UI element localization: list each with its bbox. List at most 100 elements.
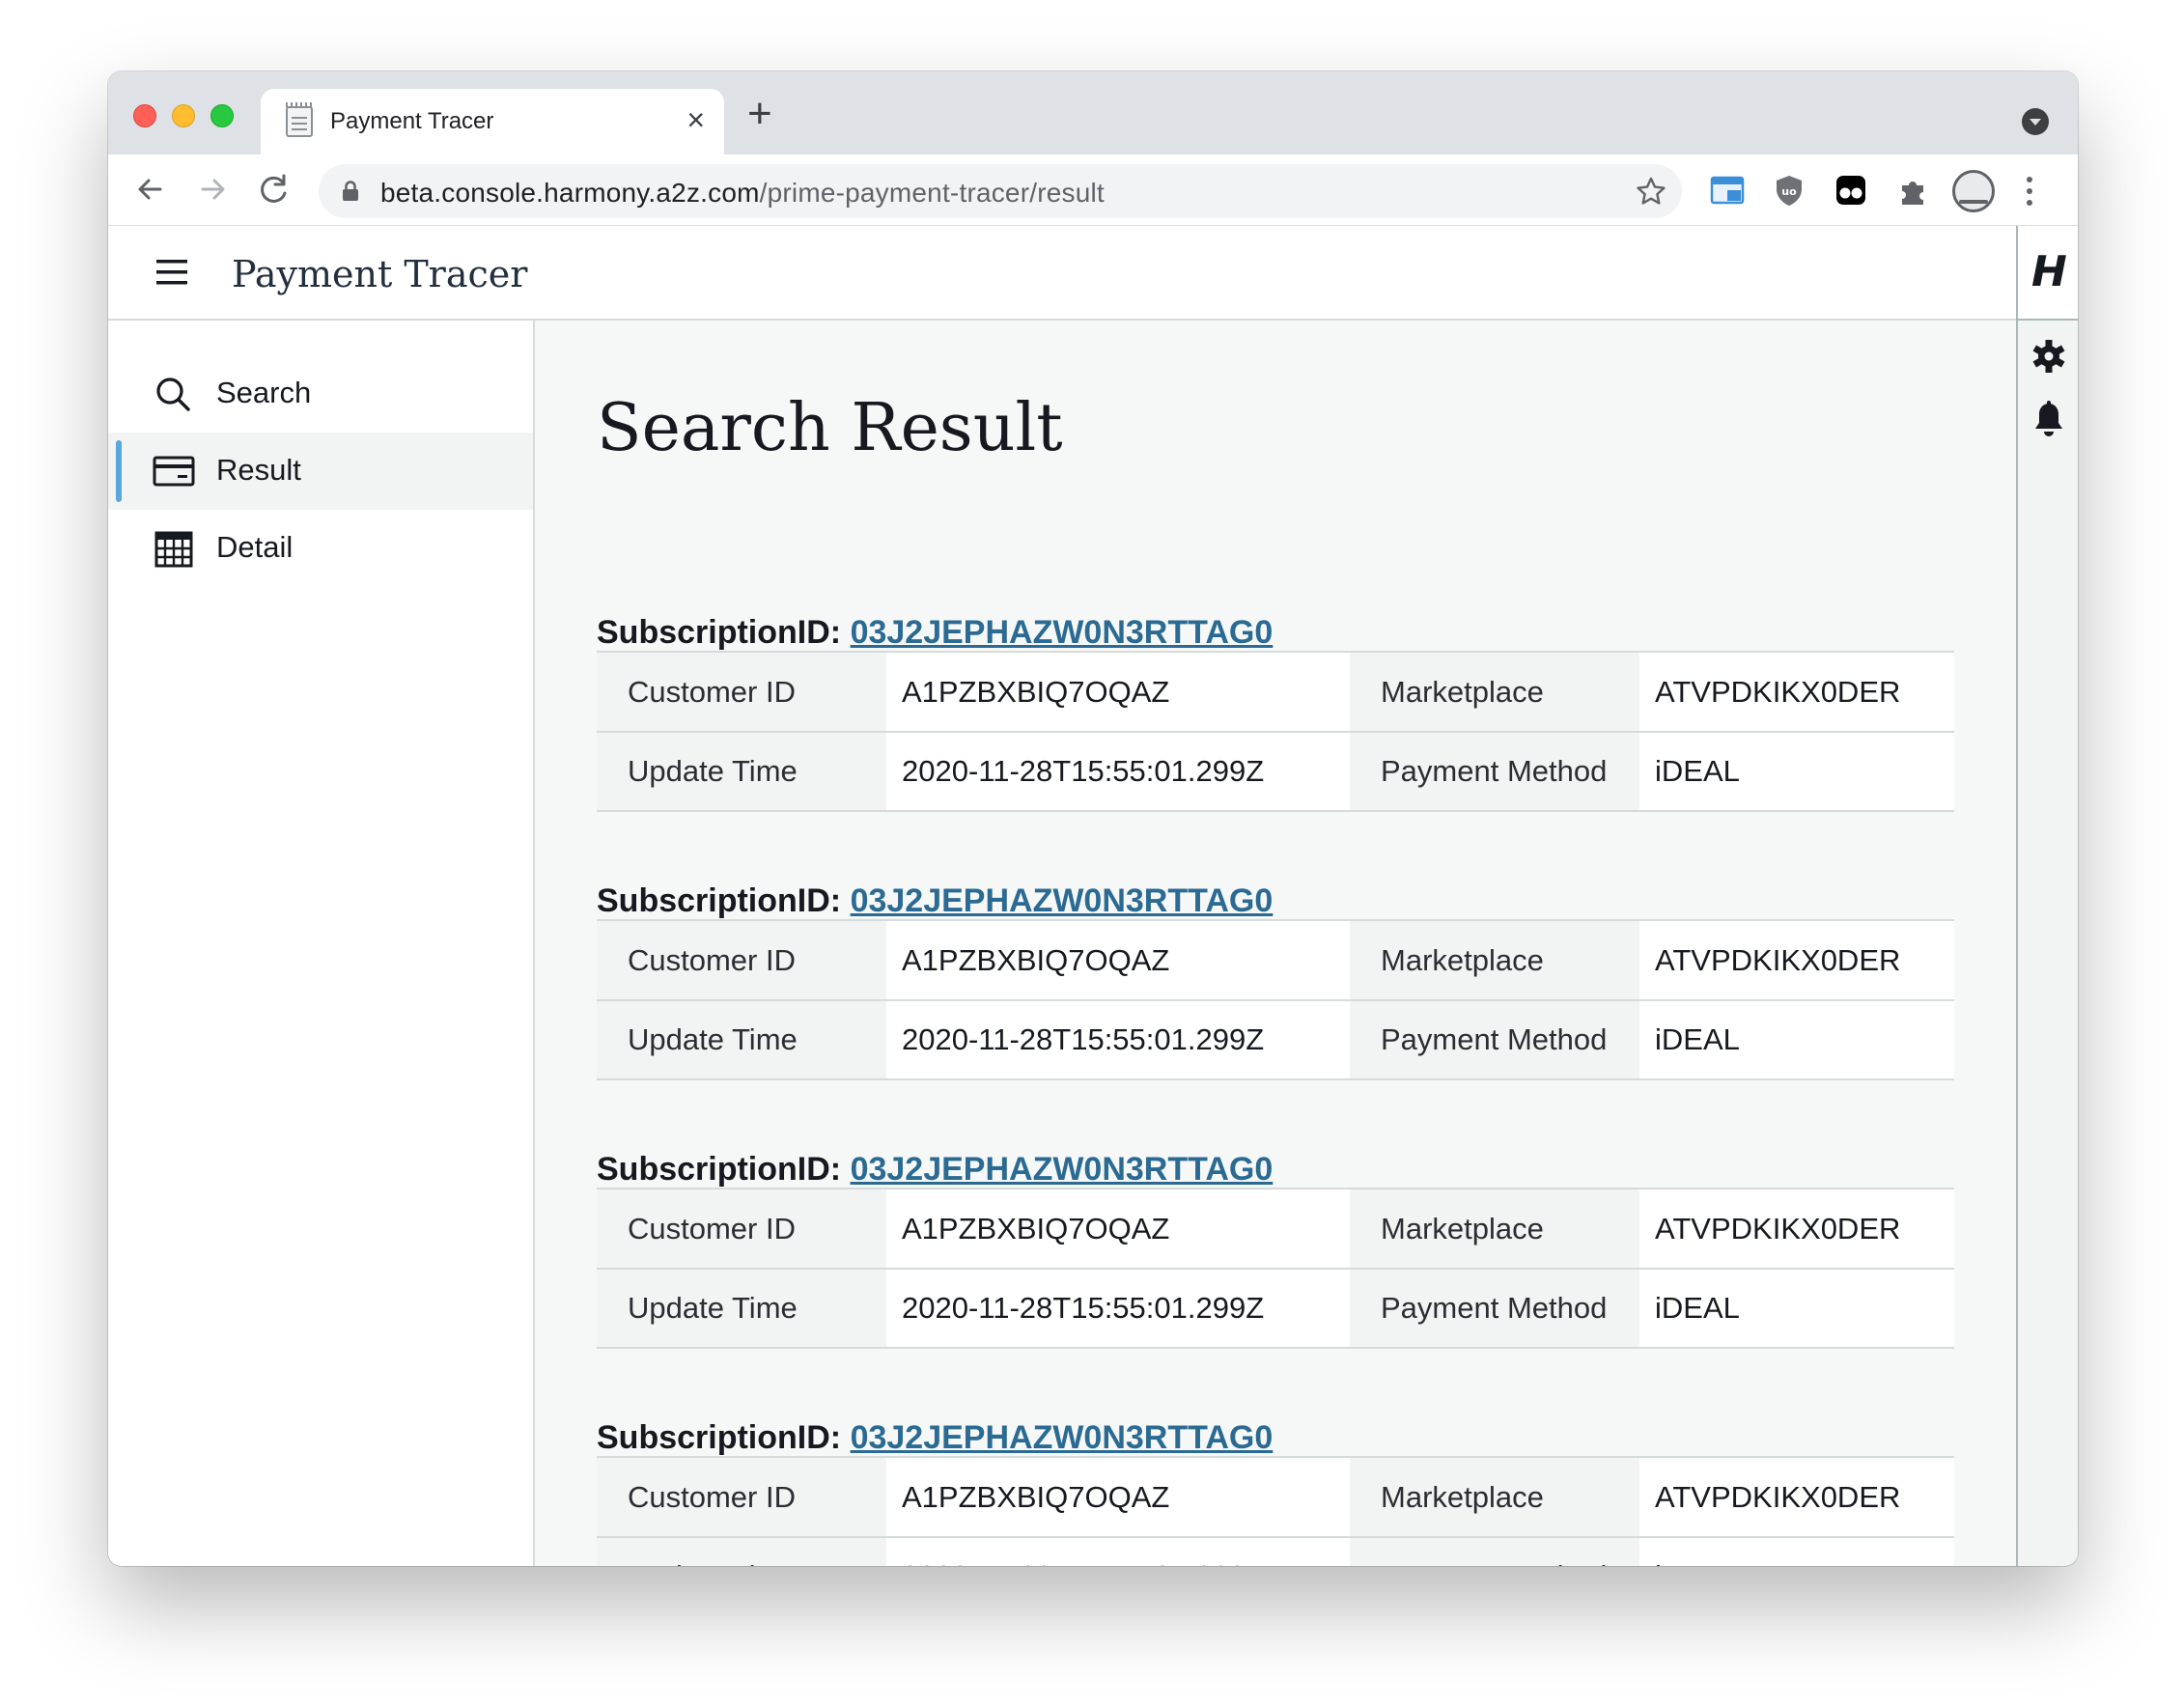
field-value: A1PZBXBIQ7OQAZ [886, 1458, 1350, 1538]
subscription-heading: SubscriptionID: 03J2JEPHAZW0N3RTTAG0 [597, 1417, 1954, 1458]
page-title: Search Result [597, 390, 1063, 466]
tab-title: Payment Tracer [330, 108, 494, 134]
result-card: SubscriptionID: 03J2JEPHAZW0N3RTTAG0 Cus… [597, 612, 1954, 812]
field-label: Payment Method [1350, 1537, 1639, 1566]
tab-strip: Payment Tracer × + [108, 71, 2078, 154]
field-value: A1PZBXBIQ7OQAZ [886, 921, 1350, 1001]
field-value: iDEAL [1639, 1537, 1954, 1566]
new-tab-icon[interactable]: + [747, 93, 772, 135]
url-text: beta.console.harmony.a2z.com/prime-payme… [380, 178, 1105, 208]
subscription-heading: SubscriptionID: 03J2JEPHAZW0N3RTTAG0 [597, 612, 1954, 653]
field-label: Customer ID [597, 921, 886, 1001]
table-row: Customer ID A1PZBXBIQ7OQAZ Marketplace A… [597, 653, 1954, 733]
sidebar-item-result[interactable]: Result [108, 433, 533, 510]
subscription-heading: SubscriptionID: 03J2JEPHAZW0N3RTTAG0 [597, 881, 1954, 921]
browser-menu-icon[interactable] [2020, 172, 2039, 210]
puzzle-extensions-icon[interactable] [1894, 172, 1931, 209]
result-card: SubscriptionID: 03J2JEPHAZW0N3RTTAG0 Cus… [597, 1149, 1954, 1349]
sidebar-item-label: Detail [216, 530, 294, 564]
maximize-window-button[interactable] [210, 104, 234, 127]
app-header: Payment Tracer [108, 226, 2016, 321]
result-card: SubscriptionID: 03J2JEPHAZW0N3RTTAG0 Cus… [597, 881, 1954, 1080]
field-value: iDEAL [1639, 1269, 1954, 1349]
tab-search-icon[interactable] [2022, 108, 2049, 135]
subscription-id-link[interactable]: 03J2JEPHAZW0N3RTTAG0 [851, 882, 1274, 919]
back-arrow-icon[interactable] [129, 168, 172, 210]
result-card: SubscriptionID: 03J2JEPHAZW0N3RTTAG0 Cus… [597, 1417, 1954, 1566]
table-row: Update Time 2020-11-28T15:55:01.299Z Pay… [597, 1000, 1954, 1080]
bell-icon[interactable] [2030, 400, 2067, 440]
subscription-id-link[interactable]: 03J2JEPHAZW0N3RTTAG0 [851, 1151, 1274, 1188]
field-label: Marketplace [1350, 921, 1639, 1001]
field-label: Update Time [597, 1537, 886, 1566]
result-table: Customer ID A1PZBXBIQ7OQAZ Marketplace A… [597, 1458, 1954, 1566]
field-value: A1PZBXBIQ7OQAZ [886, 653, 1350, 733]
table-row: Customer ID A1PZBXBIQ7OQAZ Marketplace A… [597, 1458, 1954, 1538]
sidebar-item-label: Search [216, 376, 312, 409]
field-value: 2020-11-28T15:55:01.299Z [886, 1000, 1350, 1080]
field-value: ATVPDKIKX0DER [1639, 653, 1954, 733]
lock-icon [343, 181, 358, 201]
field-value: iDEAL [1639, 732, 1954, 812]
field-value: ATVPDKIKX0DER [1639, 1189, 1954, 1270]
harmony-logo[interactable]: H [2018, 226, 2078, 321]
field-label: Marketplace [1350, 653, 1639, 733]
subscription-id-link[interactable]: 03J2JEPHAZW0N3RTTAG0 [851, 614, 1274, 651]
forward-arrow-icon[interactable] [191, 168, 234, 210]
search-icon [156, 378, 190, 411]
field-label: Customer ID [597, 1189, 886, 1270]
field-label: Payment Method [1350, 1269, 1639, 1349]
table-row: Update Time 2020-11-28T15:55:01.299Z Pay… [597, 1269, 1954, 1349]
field-value: 2020-11-28T15:55:01.299Z [886, 1269, 1350, 1349]
sidebar-item-search[interactable]: Search [108, 355, 533, 433]
field-label: Customer ID [597, 653, 886, 733]
field-value: iDEAL [1639, 1000, 1954, 1080]
field-value: 2020-11-28T15:55:01.299Z [886, 1537, 1350, 1566]
bookmark-star-icon[interactable] [1634, 174, 1668, 209]
result-table: Customer ID A1PZBXBIQ7OQAZ Marketplace A… [597, 1189, 1954, 1349]
svg-text:uo: uo [1781, 185, 1797, 198]
window-extension-icon[interactable] [1709, 172, 1746, 209]
browser-toolbar: beta.console.harmony.a2z.com/prime-payme… [108, 154, 2078, 226]
field-label: Payment Method [1350, 732, 1639, 812]
tampermonkey-icon[interactable] [1833, 172, 1869, 209]
field-label: Update Time [597, 1269, 886, 1349]
table-row: Update Time 2020-11-28T15:55:01.299Z Pay… [597, 732, 1954, 812]
field-label: Payment Method [1350, 1000, 1639, 1080]
table-row: Customer ID A1PZBXBIQ7OQAZ Marketplace A… [597, 921, 1954, 1001]
browser-window: Payment Tracer × + beta.console.harmony.… [108, 71, 2078, 1566]
right-rail: H [2016, 226, 2078, 1566]
subscription-heading: SubscriptionID: 03J2JEPHAZW0N3RTTAG0 [597, 1149, 1954, 1189]
field-value: ATVPDKIKX0DER [1639, 921, 1954, 1001]
tab-close-icon[interactable]: × [686, 100, 705, 139]
profile-avatar[interactable] [1952, 170, 1995, 212]
ublock-icon[interactable]: uo [1771, 172, 1807, 209]
field-label: Update Time [597, 1000, 886, 1080]
card-icon [153, 456, 195, 487]
address-bar[interactable]: beta.console.harmony.a2z.com/prime-payme… [319, 164, 1682, 218]
sidebar: Search Result Detail [108, 321, 535, 1566]
result-table: Customer ID A1PZBXBIQ7OQAZ Marketplace A… [597, 921, 1954, 1080]
table-row: Update Time 2020-11-28T15:55:01.299Z Pay… [597, 1537, 1954, 1566]
result-table: Customer ID A1PZBXBIQ7OQAZ Marketplace A… [597, 653, 1954, 812]
calendar-icon [154, 531, 193, 568]
field-label: Update Time [597, 732, 886, 812]
notepad-icon [286, 102, 313, 137]
app-title: Payment Tracer [232, 253, 528, 295]
field-value: 2020-11-28T15:55:01.299Z [886, 732, 1350, 812]
minimize-window-button[interactable] [172, 104, 195, 127]
sidebar-item-detail[interactable]: Detail [108, 510, 533, 587]
main-content: Search Result SubscriptionID: 03J2JEPHAZ… [535, 321, 2016, 1566]
field-value: A1PZBXBIQ7OQAZ [886, 1189, 1350, 1270]
field-label: Marketplace [1350, 1458, 1639, 1538]
hamburger-menu-icon[interactable] [154, 255, 189, 290]
field-label: Customer ID [597, 1458, 886, 1538]
subscription-id-link[interactable]: 03J2JEPHAZW0N3RTTAG0 [851, 1419, 1274, 1456]
close-window-button[interactable] [133, 104, 156, 127]
sidebar-item-label: Result [216, 453, 301, 487]
table-row: Customer ID A1PZBXBIQ7OQAZ Marketplace A… [597, 1189, 1954, 1270]
reload-icon[interactable] [253, 168, 295, 210]
browser-tab[interactable]: Payment Tracer × [261, 89, 724, 154]
gear-icon[interactable] [2030, 336, 2067, 377]
field-value: ATVPDKIKX0DER [1639, 1458, 1954, 1538]
